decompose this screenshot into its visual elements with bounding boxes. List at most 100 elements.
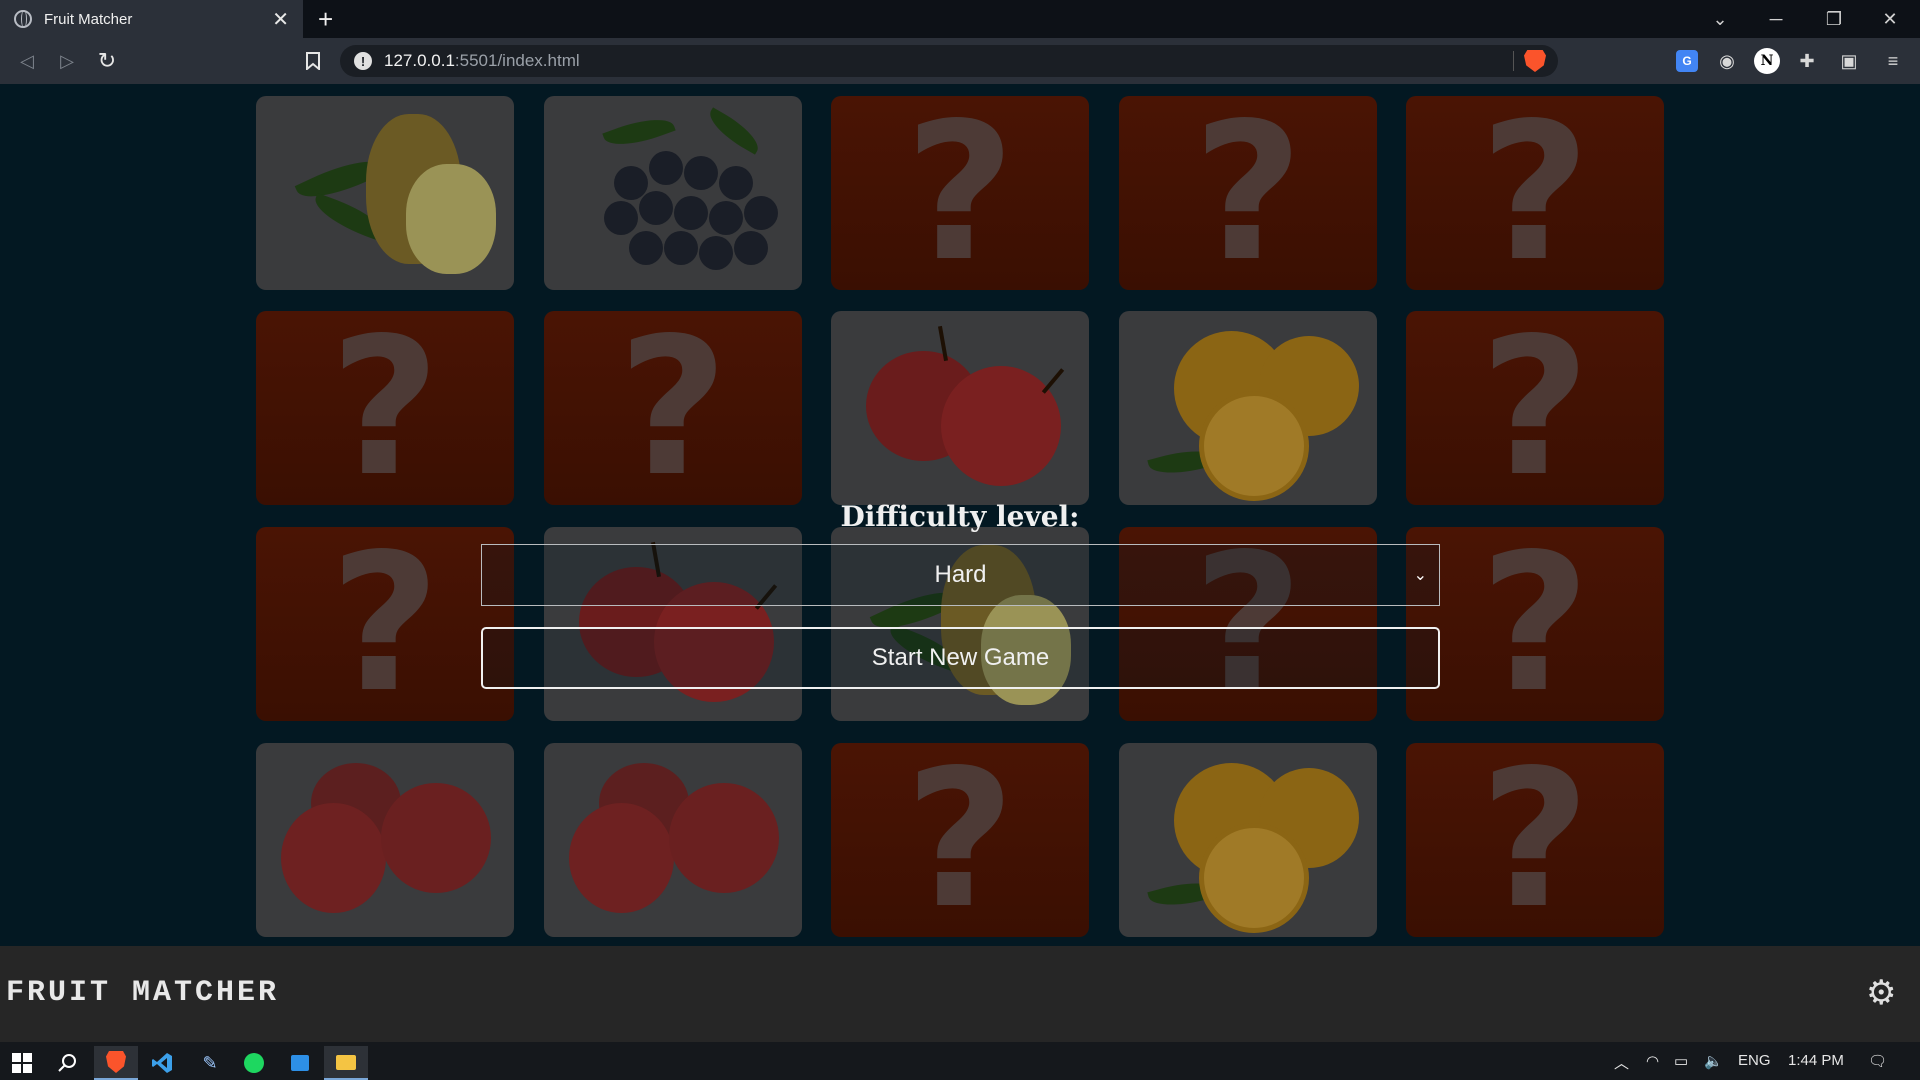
blueberry [674,196,708,230]
blueberry [614,166,648,200]
difficulty-select[interactable]: Hard ⌄ [481,544,1440,606]
card-hidden[interactable]: ? [1406,527,1664,721]
game-page: ??????????? Difficulty level: Hard ⌄ Sta… [0,84,1920,946]
card-orange[interactable] [1119,311,1377,505]
brave-shields-icon[interactable] [1524,50,1546,72]
close-window-button[interactable]: ✕ [1862,0,1918,38]
question-mark-icon: ? [904,96,1016,290]
apple-stem [1041,368,1065,394]
plum [381,783,491,893]
brave-taskbar-icon[interactable] [94,1046,138,1080]
translate-extension-icon[interactable]: G [1676,50,1698,72]
blueberry [734,231,768,265]
forward-button[interactable]: ▷ [52,46,82,76]
reload-button[interactable]: ↻ [92,46,122,76]
plum [669,783,779,893]
card-apple[interactable] [831,311,1089,505]
app-title: FRUIT MATCHER [6,976,280,1010]
blueberry [604,201,638,235]
card-pineapple[interactable] [256,96,514,290]
card-orange[interactable] [1119,743,1377,937]
file-explorer-taskbar-icon[interactable] [324,1046,368,1080]
battery-icon[interactable]: ▭ [1674,1052,1688,1070]
card-hidden[interactable]: ? [831,743,1089,937]
tab-search-chevron-icon[interactable]: ⌄ [1692,0,1748,38]
url-path: :5501/index.html [454,51,580,70]
url-host: 127.0.0.1 [384,51,455,70]
owl-extension-icon[interactable]: ◉ [1714,48,1740,74]
blueberry [744,196,778,230]
volume-icon[interactable]: 🔈 [1704,1052,1723,1070]
plum [281,803,386,913]
globe-icon [14,10,32,28]
restore-button[interactable]: ❐ [1806,0,1862,38]
blueberry [639,191,673,225]
app-footer: FRUIT MATCHER ⚙ [0,946,1920,1042]
question-mark-icon: ? [329,527,441,721]
show-hidden-icons-chevron-icon[interactable]: ︿ [1614,1052,1629,1073]
apple [941,366,1061,486]
blueberry [709,201,743,235]
question-mark-icon: ? [1479,743,1591,937]
blueberry [629,231,663,265]
url-divider [1513,51,1514,71]
new-tab-button[interactable]: + [318,4,333,35]
question-mark-icon: ? [1479,311,1591,505]
card-blueberries[interactable] [544,96,802,290]
bookmark-icon[interactable] [298,46,328,76]
remote-desktop-taskbar-icon[interactable] [278,1046,322,1080]
chevron-down-icon: ⌄ [1413,567,1427,584]
back-button[interactable]: ◁ [12,46,42,76]
language-indicator[interactable]: ENG [1738,1052,1771,1069]
card-hidden[interactable]: ? [1119,96,1377,290]
app-taskbar-icon[interactable]: ✎ [188,1046,232,1080]
difficulty-value: Hard [934,561,987,588]
start-new-game-button[interactable]: Start New Game [481,627,1440,689]
difficulty-label: Difficulty level: [840,500,1080,533]
question-mark-icon: ? [904,743,1016,937]
blueberry [664,231,698,265]
browser-toolbar: ◁ ▷ ↻ ! 127.0.0.1 :5501/index.html G ◉ N… [0,38,1920,84]
blueberry [699,236,733,270]
orange-half [1199,391,1309,501]
minimize-button[interactable]: ─ [1748,0,1804,38]
tab-fruit-matcher[interactable]: Fruit Matcher ✕ [0,0,303,38]
card-hidden[interactable]: ? [256,527,514,721]
card-plum[interactable] [544,743,802,937]
tab-title: Fruit Matcher [44,10,133,28]
settings-gear-icon[interactable]: ⚙ [1866,976,1896,1010]
blueberry [684,156,718,190]
tab-close-icon[interactable]: ✕ [272,7,289,32]
card-plum[interactable] [256,743,514,937]
spotify-taskbar-icon[interactable] [232,1046,276,1080]
card-hidden[interactable]: ? [831,96,1089,290]
address-bar[interactable]: ! 127.0.0.1 :5501/index.html [340,45,1558,77]
windows-taskbar: ✎ ︿ ◠ ▭ 🔈 ENG 1:44 PM 🗨 [0,1042,1920,1080]
blueberry [719,166,753,200]
search-icon[interactable] [46,1046,90,1080]
plum [569,803,674,913]
question-mark-icon: ? [617,311,729,505]
wifi-icon[interactable]: ◠ [1646,1052,1659,1070]
blueberry-leaf [703,107,765,155]
windows-start-icon[interactable] [0,1046,44,1080]
question-mark-icon: ? [1479,96,1591,290]
notion-extension-icon[interactable]: N [1754,48,1780,74]
extensions-puzzle-icon[interactable]: ✚ [1794,48,1820,74]
card-hidden[interactable]: ? [1406,311,1664,505]
question-mark-icon: ? [1192,96,1304,290]
vscode-taskbar-icon[interactable] [140,1046,184,1080]
notifications-icon[interactable]: 🗨 [1868,1052,1887,1070]
card-hidden[interactable]: ? [256,311,514,505]
clock[interactable]: 1:44 PM [1788,1052,1844,1069]
card-hidden[interactable]: ? [544,311,802,505]
card-hidden[interactable]: ? [1406,96,1664,290]
site-info-icon[interactable]: ! [354,52,372,70]
pineapple-slice [406,164,496,274]
wallet-icon[interactable]: ▣ [1836,48,1862,74]
question-mark-icon: ? [1479,527,1591,721]
card-hidden[interactable]: ? [1406,743,1664,937]
menu-icon[interactable]: ≡ [1880,48,1906,74]
browser-tab-strip: Fruit Matcher ✕ + ⌄ ─ ❐ ✕ [0,0,1920,38]
blueberry [649,151,683,185]
